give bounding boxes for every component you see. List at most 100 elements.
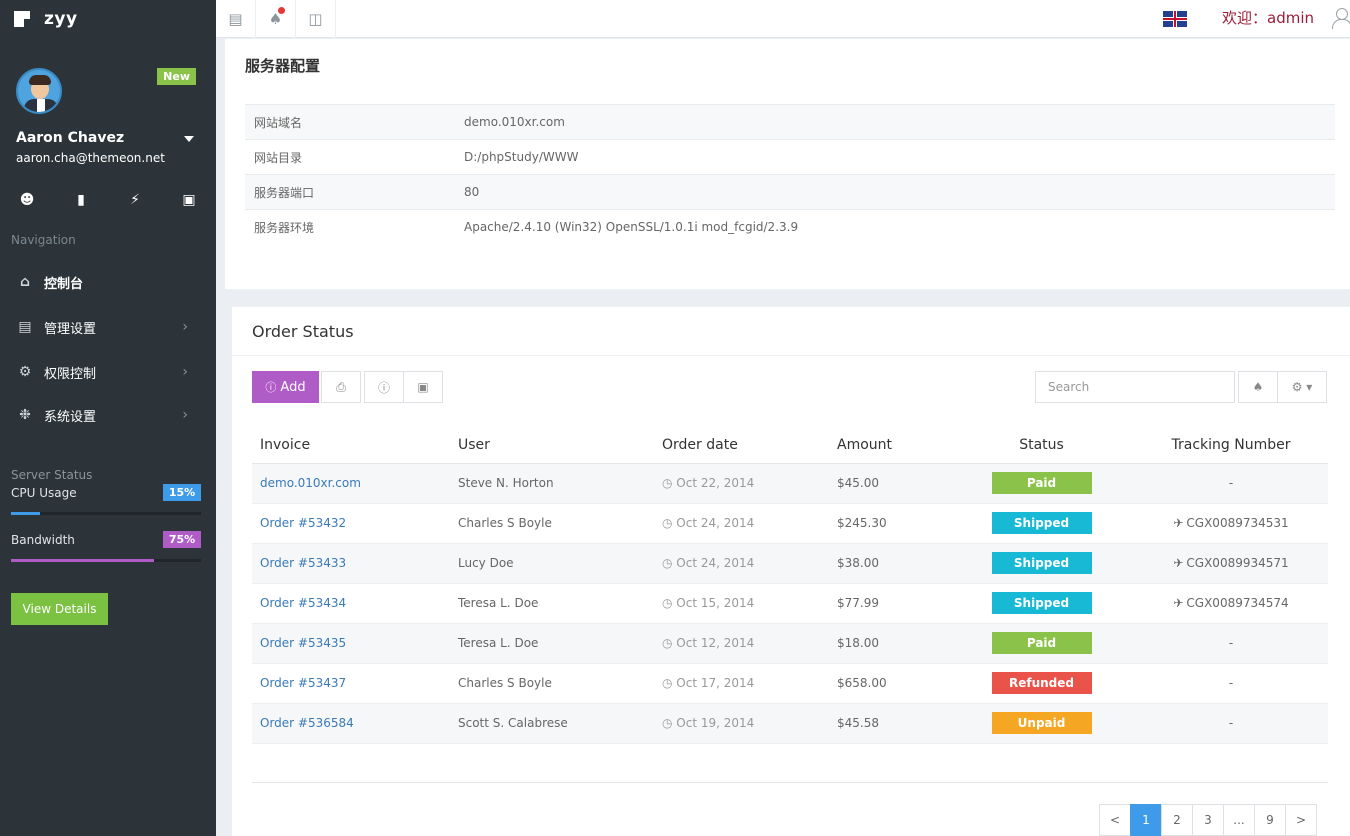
table-row: 服务器环境 Apache/2.4.10 (Win32) OpenSSL/1.0.… (245, 209, 1335, 245)
tracking-number: CGX0089734574 (1186, 596, 1289, 610)
table-row: 服务器端口 80 (245, 174, 1335, 210)
invoice-link[interactable]: Order #53432 (252, 503, 450, 544)
next-page-button[interactable]: > (1285, 804, 1317, 836)
sidebar-item-management[interactable]: ▤ 管理设置 › (0, 309, 216, 345)
chat-icon[interactable]: ▮ (54, 192, 108, 208)
print-button[interactable]: ⎙ (321, 371, 361, 403)
add-button[interactable]: ⓘ Add (252, 371, 319, 403)
order-status-title: Order Status (252, 322, 354, 341)
col-user[interactable]: User (450, 427, 654, 464)
cpu-usage-label: CPU Usage (11, 486, 77, 500)
amount-cell: $38.00 (829, 543, 949, 584)
server-config-panel: 服务器配置 网站域名 demo.010xr.com 网站目录 D:/phpStu… (225, 39, 1350, 289)
plane-icon: ✈ (1173, 516, 1184, 530)
sidebar-item-dashboard[interactable]: ⌂ 控制台 (0, 264, 216, 300)
invoice-link[interactable]: Order #53435 (252, 623, 450, 664)
settings-dropdown-button[interactable]: ⚙ ▾ (1277, 371, 1327, 403)
welcome-text[interactable]: 欢迎：admin (1222, 7, 1314, 28)
date-text: Oct 19, 2014 (676, 716, 755, 730)
table-row: Order #53437 Charles S Boyle ◷ Oct 17, 201… (252, 663, 1328, 704)
notify-button[interactable]: ♠ (1238, 371, 1278, 403)
caret-down-icon[interactable] (184, 136, 194, 142)
username: admin (1267, 9, 1315, 27)
col-order-date[interactable]: Order date (654, 427, 829, 464)
tracking-cell: ✈ CGX0089934571 (1134, 543, 1328, 584)
order-status-panel: Order Status ⓘ Add ⎙ ⓘ ▣ ♠ ⚙ ▾ Invoice U… (232, 307, 1350, 836)
topbar: ▤ ♠ ◫ 欢迎：admin (216, 0, 1350, 38)
cog-icon: ❉ (19, 407, 31, 423)
page-button[interactable]: 2 (1161, 804, 1193, 836)
cpu-usage-badge: 15% (163, 484, 201, 501)
amount-cell: $45.00 (829, 463, 949, 504)
lock-icon[interactable]: ▣ (162, 192, 216, 208)
tracking-cell: - (1134, 623, 1328, 664)
status-cell: Unpaid (949, 703, 1134, 744)
date-cell: ◷ Oct 15, 2014 (654, 583, 829, 624)
image-icon: ▣ (417, 380, 429, 394)
view-details-button[interactable]: View Details (11, 593, 108, 625)
page-button[interactable]: ... (1223, 804, 1255, 836)
uk-flag-icon[interactable] (1163, 11, 1187, 27)
image-button[interactable]: ▣ (403, 371, 443, 403)
amount-cell: $658.00 (829, 663, 949, 704)
clock-icon: ◷ (662, 636, 677, 650)
tracking-number: CGX0089734531 (1186, 516, 1289, 530)
user-cell: Charles S Boyle (450, 663, 654, 704)
page-button[interactable]: 1 (1130, 804, 1162, 836)
bell-icon[interactable]: ♠ (256, 0, 296, 38)
tracking-number: - (1228, 636, 1234, 650)
col-status[interactable]: Status (949, 427, 1134, 464)
config-value: Apache/2.4.10 (Win32) OpenSSL/1.0.1i mod… (455, 209, 1335, 245)
invoice-link[interactable]: Order #536584 (252, 703, 450, 744)
bolt-icon[interactable]: ⚡ (108, 192, 162, 208)
gear-icon: ⚙ ▾ (1291, 380, 1313, 394)
search-input[interactable] (1035, 371, 1235, 403)
layout-icon[interactable]: ◫ (296, 0, 336, 38)
date-cell: ◷ Oct 19, 2014 (654, 703, 829, 744)
tracking-cell: ✈ CGX0089734531 (1134, 503, 1328, 544)
invoice-link[interactable]: Order #53437 (252, 663, 450, 704)
invoice-link[interactable]: Order #53433 (252, 543, 450, 584)
tracking-number: - (1228, 476, 1234, 490)
chevron-right-icon: › (182, 319, 188, 335)
user-cell: Charles S Boyle (450, 503, 654, 544)
status-cell: Paid (949, 623, 1134, 664)
clock-icon: ◷ (662, 556, 677, 570)
user-icon[interactable]: ☻ (0, 192, 54, 208)
tracking-cell: - (1134, 463, 1328, 504)
col-tracking[interactable]: Tracking Number (1134, 427, 1328, 464)
date-cell: ◷ Oct 22, 2014 (654, 463, 829, 504)
avatar[interactable] (16, 68, 62, 114)
config-value: D:/phpStudy/WWW (455, 139, 1335, 175)
brand[interactable]: zyy (0, 0, 216, 38)
amount-cell: $45.58 (829, 703, 949, 744)
plane-icon: ✈ (1173, 596, 1184, 610)
user-cell: Teresa L. Doe (450, 583, 654, 624)
tracking-number: - (1228, 676, 1234, 690)
user-profile-icon[interactable] (1331, 7, 1350, 29)
invoice-link[interactable]: demo.010xr.com (252, 463, 450, 504)
amount-cell: $77.99 (829, 583, 949, 624)
gear-icon: ⚙ (18, 364, 32, 380)
col-invoice[interactable]: Invoice (252, 427, 450, 464)
info-button[interactable]: ⓘ (364, 371, 404, 403)
status-badge: Shipped (991, 512, 1092, 534)
status-badge: Refunded (991, 672, 1092, 694)
table-header-row: Invoice User Order date Amount Status Tr… (252, 427, 1328, 464)
user-cell: Lucy Doe (450, 543, 654, 584)
print-icon: ⎙ (336, 379, 346, 394)
prev-page-button[interactable]: < (1099, 804, 1131, 836)
profile-name[interactable]: Aaron Chavez (16, 130, 124, 146)
table-row: Order #53432 Charles S Boyle ◷ Oct 24, 201… (252, 503, 1328, 544)
invoice-link[interactable]: Order #53434 (252, 583, 450, 624)
menu-toggle-icon[interactable]: ▤ (216, 0, 256, 38)
bell-icon: ♠ (1252, 380, 1264, 394)
page-button[interactable]: 3 (1192, 804, 1224, 836)
tracking-cell: - (1134, 663, 1328, 704)
sidebar-item-system[interactable]: ❉ 系统设置 › (0, 397, 216, 433)
date-cell: ◷ Oct 12, 2014 (654, 623, 829, 664)
sidebar-item-permissions[interactable]: ⚙ 权限控制 › (0, 354, 216, 390)
sidebar-item-label: 管理设置 (44, 321, 97, 337)
page-button[interactable]: 9 (1254, 804, 1286, 836)
col-amount[interactable]: Amount (829, 427, 949, 464)
